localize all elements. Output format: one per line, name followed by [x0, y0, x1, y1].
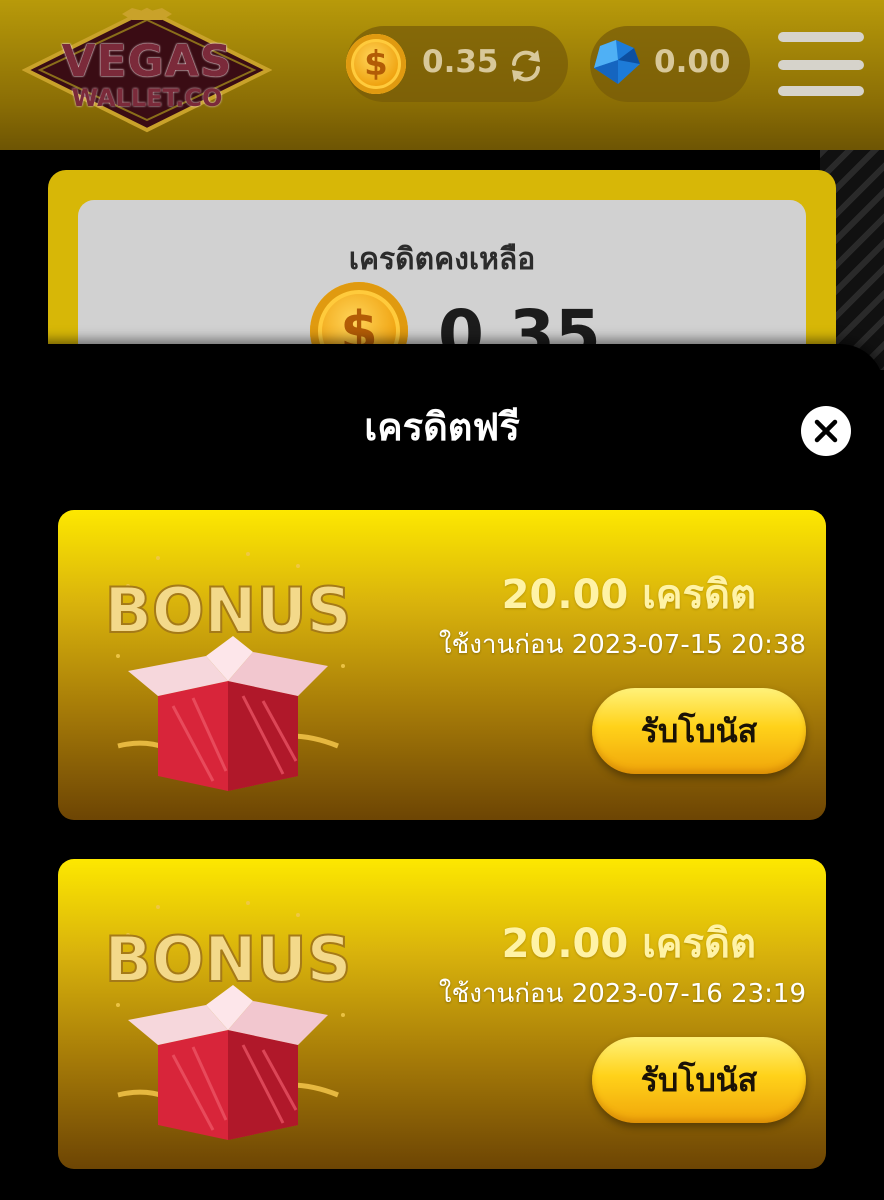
bonus-amount: 20.00 เครดิต	[501, 572, 756, 618]
coin-icon: $	[346, 34, 406, 94]
credit-balance-pill[interactable]: $ 0.35	[346, 26, 568, 102]
gem-balance-pill[interactable]: 0.00	[590, 26, 750, 102]
close-icon[interactable]	[801, 406, 851, 456]
svg-text:BONUS: BONUS	[105, 574, 352, 647]
logo-text-vegas: VEGAS	[61, 36, 233, 87]
close-x-icon	[814, 419, 838, 443]
bonus-card: BONUS 20.00 เครดิต ใช้งานก่อน 2023-07-16…	[58, 859, 826, 1169]
gift-box-icon: BONUS	[98, 895, 358, 1145]
claim-bonus-button[interactable]: รับโบนัส	[592, 688, 806, 774]
refresh-icon[interactable]	[506, 46, 546, 86]
svg-text:BONUS: BONUS	[105, 923, 352, 996]
bonus-card: BONUS 20.00 เครดิต ใช้งานก่อน 2023-07-15…	[58, 510, 826, 820]
gem-balance-value: 0.00	[654, 44, 731, 80]
credit-balance-value: 0.35	[422, 44, 499, 80]
gift-box-icon: BONUS	[98, 546, 358, 796]
logo-text-wallet: WALLET.CO	[71, 84, 223, 112]
vegas-wallet-logo[interactable]: VEGAS WALLET.CO	[22, 6, 272, 134]
claim-bonus-button[interactable]: รับโบนัส	[592, 1037, 806, 1123]
gem-icon	[594, 40, 640, 84]
balance-label: เครดิตคงเหลือ	[348, 242, 536, 277]
modal-title: เครดิตฟรี	[364, 405, 520, 449]
menu-icon[interactable]	[778, 32, 864, 98]
free-credit-modal: เครดิตฟรี BONUS 20.00 เครดิต ใช้งานก่อน …	[0, 344, 884, 1200]
bonus-expiry: ใช้งานก่อน 2023-07-16 23:19	[438, 979, 806, 1009]
top-bar: VEGAS WALLET.CO $ 0.35 0.00	[0, 0, 884, 150]
bonus-amount: 20.00 เครดิต	[501, 921, 756, 967]
bonus-expiry: ใช้งานก่อน 2023-07-15 20:38	[438, 630, 806, 660]
